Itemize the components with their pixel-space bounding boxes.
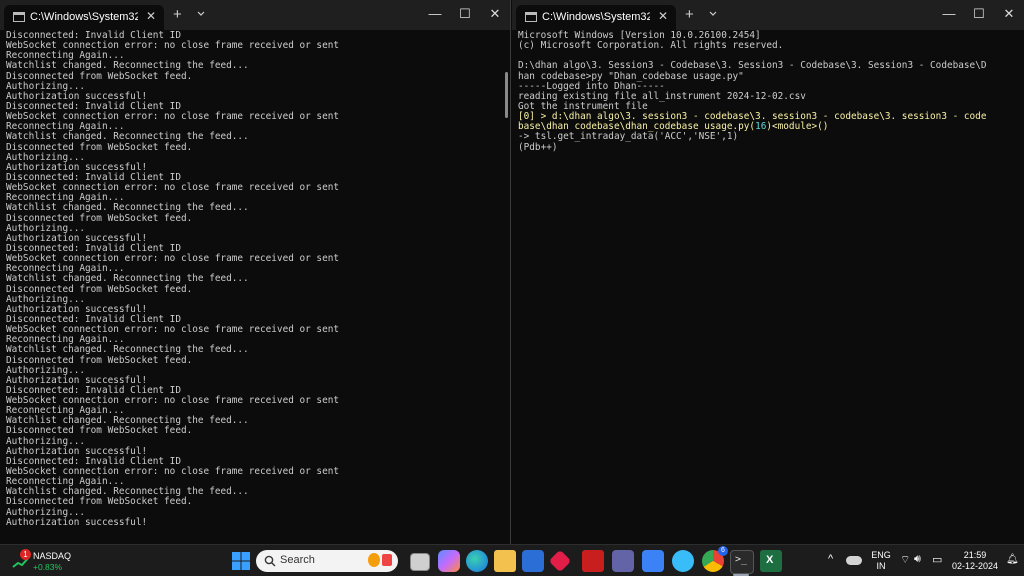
tab-title: C:\Windows\System32\cmd.e [542, 11, 650, 23]
maximize-icon[interactable]: ☐ [454, 4, 476, 24]
stock-widget[interactable]: 1 NASDAQ +0.83% [8, 549, 78, 573]
tab-title: C:\Windows\System32\cmd.e [30, 11, 138, 23]
search-icon [264, 555, 276, 567]
tab-close-icon[interactable]: ✕ [146, 9, 156, 23]
title-bar[interactable]: C:\Windows\System32\cmd.e ✕ + — ☐ ✕ [0, 0, 510, 30]
terminal-taskbar-icon[interactable]: >_ [730, 550, 754, 574]
terminal-line: (c) Microsoft Corporation. All rights re… [518, 40, 784, 52]
terminal-output[interactable]: Disconnected: Invalid Client ID WebSocket… [6, 30, 498, 528]
clock-date[interactable]: 02-12-2024 [948, 561, 1002, 572]
search-placeholder: Search [280, 554, 315, 566]
close-icon[interactable]: ✕ [998, 4, 1020, 24]
microsoft-store-icon[interactable] [522, 550, 544, 572]
windows-start-icon[interactable] [230, 550, 252, 572]
stock-change: +0.83% [33, 562, 63, 572]
volume-icon[interactable]: 🔊︎ [914, 553, 921, 566]
terminal-tab[interactable]: C:\Windows\System32\cmd.e ✕ [516, 5, 676, 30]
task-view-icon[interactable] [410, 553, 430, 571]
teams-icon[interactable] [612, 550, 634, 572]
chrome-badge: 6 [718, 546, 728, 556]
scrollbar-thumb[interactable] [505, 72, 508, 118]
chrome-icon[interactable]: 6 [702, 546, 728, 572]
terminal-tab[interactable]: C:\Windows\System32\cmd.e ✕ [4, 5, 164, 30]
notification-badge: 1 [20, 549, 31, 560]
weather-cloud-icon[interactable] [846, 556, 862, 565]
terminal-icon [13, 12, 25, 22]
tab-close-icon[interactable]: ✕ [658, 9, 668, 23]
copilot-icon[interactable] [438, 550, 460, 572]
terminal-line: -> tsl.get_intraday_data('ACC','NSE',1) [518, 131, 739, 143]
new-tab-icon[interactable]: + [685, 6, 694, 23]
diamond-app-icon[interactable] [548, 549, 572, 573]
chevron-up-icon[interactable]: ^ [828, 553, 833, 565]
help-app-icon[interactable] [672, 550, 694, 572]
cmd-window-right: C:\Windows\System32\cmd.e ✕ + — ☐ ✕ Micr… [512, 0, 1024, 544]
terminal-output[interactable]: Microsoft Windows [Version 10.0.26100.24… [518, 30, 1012, 153]
maximize-icon[interactable]: ☐ [968, 4, 990, 24]
chevron-down-icon[interactable] [196, 9, 206, 19]
minimize-icon[interactable]: — [424, 4, 446, 24]
chevron-down-icon[interactable] [708, 9, 718, 19]
gift-icon [382, 554, 392, 566]
title-bar[interactable]: C:\Windows\System32\cmd.e ✕ + — ☐ ✕ [512, 0, 1024, 30]
terminal-icon [525, 12, 537, 22]
notification-bell-icon[interactable]: 🔔︎ [1006, 554, 1019, 565]
excel-icon[interactable]: X [760, 550, 782, 572]
language-bottom[interactable]: IN [870, 561, 892, 572]
minimize-icon[interactable]: — [938, 4, 960, 24]
wifi-icon[interactable]: ⌔ [900, 553, 910, 567]
taskbar: 1 NASDAQ +0.83% Search 6 >_ X ^ ENG IN ⌔… [0, 544, 1024, 576]
taskbar-search[interactable]: Search [256, 550, 398, 572]
terminal-line: Watchlist changed. Reconnecting the feed… [6, 202, 249, 214]
terminal-line: (Pdb++) [518, 141, 558, 153]
battery-icon[interactable]: ▭ [932, 553, 942, 566]
stock-name: NASDAQ [33, 551, 72, 561]
terminal-line: Watchlist changed. Reconnecting the feed… [6, 273, 249, 285]
mcafee-icon[interactable] [582, 550, 604, 572]
file-explorer-icon[interactable] [494, 550, 516, 572]
edge-icon[interactable] [466, 550, 488, 572]
clock-time[interactable]: 21:59 [948, 550, 1002, 561]
terminal-line: Watchlist changed. Reconnecting the feed… [6, 344, 249, 356]
close-icon[interactable]: ✕ [484, 4, 506, 24]
terminal-line: Authorization successful! [6, 516, 148, 528]
new-tab-icon[interactable]: + [173, 6, 182, 23]
cmd-window-left: C:\Windows\System32\cmd.e ✕ + — ☐ ✕ Disc… [0, 0, 511, 544]
highlight-icon [368, 553, 380, 567]
language-top[interactable]: ENG [870, 550, 892, 561]
package-app-icon[interactable] [642, 550, 664, 572]
